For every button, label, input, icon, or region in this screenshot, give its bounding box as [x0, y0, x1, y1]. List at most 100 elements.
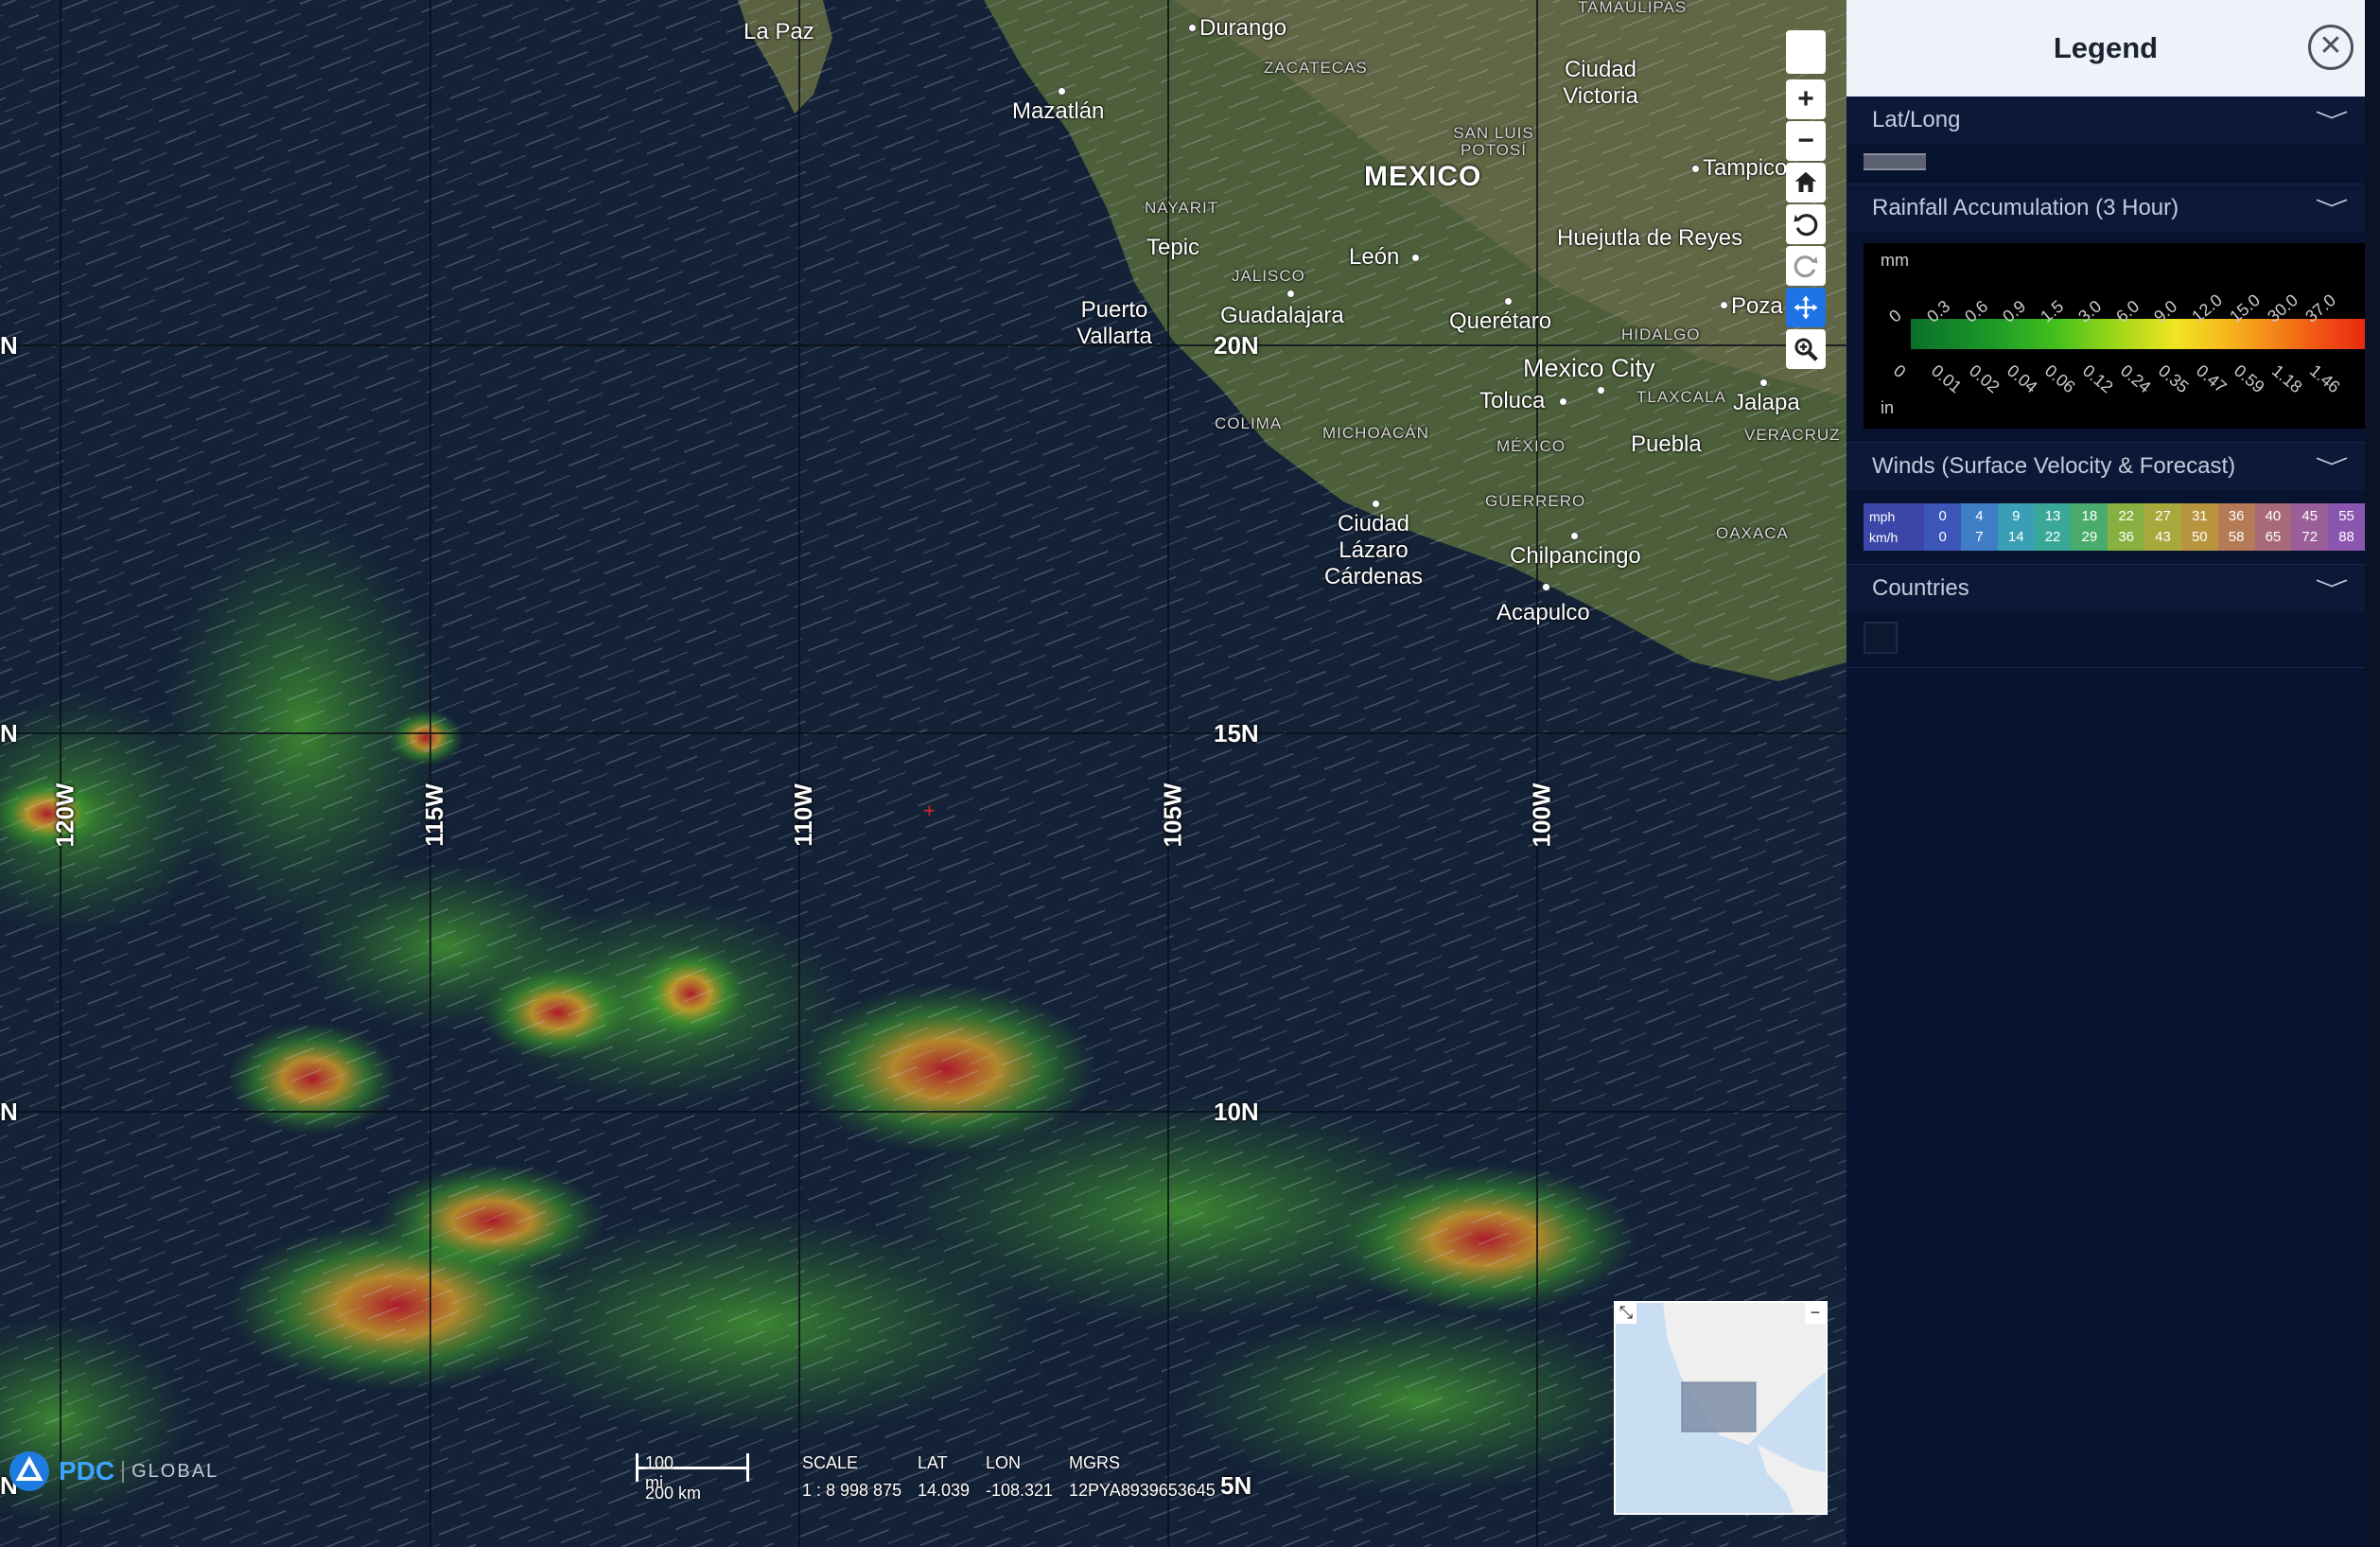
city-dot — [1691, 165, 1700, 173]
close-button[interactable]: ✕ — [2308, 25, 2354, 70]
grid-edge-label: N — [0, 331, 18, 360]
city-dot — [1759, 378, 1768, 387]
state-label: HIDALGO — [1621, 325, 1701, 343]
zoom-out-button[interactable]: − — [1786, 121, 1826, 161]
section-title: Lat/Long — [1872, 107, 1961, 132]
state-label: MICHOACÁN — [1322, 424, 1429, 442]
legend-section-countries: Countries ﹀ — [1846, 565, 2365, 668]
grid-edge-label: N — [0, 719, 18, 747]
zoom-box-button[interactable] — [1786, 329, 1826, 369]
city-label: Toluca — [1479, 388, 1546, 413]
section-header-latlong[interactable]: Lat/Long ﹀ — [1846, 97, 2365, 144]
rainfall-color-ramp — [1911, 319, 2365, 349]
map-canvas[interactable]: + 20N 15N 10N 5N N N N N 120W 115W 110W … — [0, 0, 1846, 1547]
scale-km: 200 km — [645, 1484, 702, 1503]
zoom-in-button[interactable]: + — [1786, 79, 1826, 119]
logo-suffix: GLOBAL — [122, 1460, 219, 1483]
rainfall-in-tick: 0 — [1889, 360, 1910, 382]
plus-icon: + — [1797, 83, 1814, 114]
minimap-collapse-button[interactable]: − — [1805, 1303, 1826, 1324]
city-label: Mexico City — [1523, 354, 1655, 382]
grid-label-20n: 20N — [1214, 331, 1259, 360]
state-label: COLIMA — [1215, 414, 1283, 432]
legend-section-rainfall: Rainfall Accumulation (3 Hour) ﹀ mm in 0… — [1846, 185, 2365, 443]
rotate-left-icon — [1794, 214, 1818, 237]
mgrs-readout-label: MGRS — [1069, 1453, 1120, 1472]
city-label: Puebla — [1631, 431, 1702, 457]
mgrs-readout-value: 12PYA8939653645 — [1069, 1481, 1216, 1500]
city-label: Ciudad Victoria — [1563, 57, 1638, 109]
winds-mph-value: 18 — [2081, 508, 2098, 524]
winds-mph-value: 55 — [2338, 508, 2354, 524]
state-label: NAYARIT — [1145, 199, 1219, 217]
city-dot — [1720, 301, 1728, 309]
close-icon: ✕ — [2319, 30, 2343, 62]
city-label: León — [1349, 244, 1400, 270]
rotate-left-button[interactable] — [1786, 204, 1826, 244]
pdc-logo: PDC GLOBAL — [8, 1450, 219, 1493]
city-label: Tampico — [1703, 155, 1788, 181]
city-dot — [1411, 254, 1420, 262]
minimap-basemap — [1616, 1303, 1826, 1513]
move-arrows-icon — [1794, 295, 1818, 320]
legend-panel: Legend ✕ Lat/Long ﹀ Rainfall Accumulatio… — [1846, 0, 2365, 1547]
city-dot — [1372, 500, 1380, 508]
rotate-reset-icon — [1794, 255, 1818, 278]
state-label: ZACATECAS — [1264, 59, 1368, 77]
winds-scale-cell: 00 — [1924, 503, 1962, 551]
city-label: Durango — [1199, 15, 1287, 41]
city-label: Huejutla de Reyes — [1557, 225, 1743, 251]
winds-mph-value: 40 — [2265, 508, 2282, 524]
winds-kmh-value: 88 — [2338, 529, 2354, 545]
rainfall-in-tick: 1.18 — [2267, 360, 2306, 397]
section-header-winds[interactable]: Winds (Surface Velocity & Forecast) ﹀ — [1846, 443, 2365, 490]
grid-label-110w: 110W — [788, 783, 817, 847]
rainfall-in-tick: 0.35 — [2154, 360, 2193, 397]
scale-readout: SCALE 1 : 8 998 875 — [802, 1453, 901, 1501]
city-label: Guadalajara — [1220, 303, 1344, 328]
winds-kmh-value: 14 — [2007, 529, 2024, 545]
winds-mph-value: 36 — [2228, 508, 2245, 524]
winds-kmh-value: 58 — [2228, 529, 2245, 545]
rotate-reset-button[interactable] — [1786, 246, 1826, 286]
winds-mph-value: 9 — [2012, 508, 2021, 524]
winds-kmh-value: 65 — [2265, 529, 2282, 545]
pan-button[interactable] — [1786, 288, 1826, 327]
rainfall-in-tick: 0.47 — [2192, 360, 2231, 397]
winds-mph-value: 31 — [2191, 508, 2208, 524]
state-label: MÉXICO — [1496, 437, 1566, 455]
winds-scale-cell: 40 65 — [2254, 503, 2292, 551]
state-label: TLAXCALA — [1636, 388, 1726, 406]
section-header-countries[interactable]: Countries ﹀ — [1846, 565, 2365, 612]
winds-scale-cell: 47 — [1961, 503, 1998, 551]
winds-unit-labels: mph km/h — [1864, 503, 1925, 551]
rainfall-in-tick: 0.06 — [2040, 360, 2079, 397]
city-label: Mazatlán — [1012, 98, 1105, 124]
state-label: TAMAULIPAS — [1578, 0, 1688, 16]
overview-minimap[interactable]: ⤡ − — [1614, 1301, 1828, 1515]
lon-readout-value: -108.321 — [986, 1481, 1054, 1500]
chevron-down-icon: ﹀ — [2315, 198, 2349, 221]
legend-section-winds: Winds (Surface Velocity & Forecast) ﹀ mp… — [1846, 443, 2365, 565]
home-button[interactable] — [1786, 163, 1826, 202]
rainfall-unit-in: in — [1881, 398, 1895, 417]
lon-readout: LON -108.321 — [986, 1453, 1053, 1501]
rainfall-in-tick: 0.04 — [2003, 360, 2041, 397]
city-dot — [1597, 386, 1605, 395]
winds-kmh-value: 29 — [2081, 529, 2098, 545]
section-body-latlong — [1846, 144, 2365, 184]
state-label: GUERRERO — [1485, 492, 1586, 510]
winds-scale-cell: 9 14 — [1997, 503, 2035, 551]
state-label: OAXACA — [1716, 524, 1789, 542]
city-dot — [1559, 397, 1567, 406]
grid-label-10n: 10N — [1214, 1098, 1259, 1126]
pdc-logo-icon — [9, 1451, 49, 1491]
state-label: VERACRUZ — [1744, 426, 1841, 444]
country-label: MEXICO — [1364, 161, 1482, 192]
minimap-expand-button[interactable]: ⤡ — [1616, 1303, 1636, 1324]
section-header-rainfall[interactable]: Rainfall Accumulation (3 Hour) ﹀ — [1846, 185, 2365, 232]
grid-label-105w: 105W — [1158, 782, 1187, 848]
winds-kmh-value: 72 — [2301, 529, 2319, 545]
blank-tool-button[interactable] — [1786, 30, 1826, 74]
section-title: Rainfall Accumulation (3 Hour) — [1872, 195, 2179, 220]
